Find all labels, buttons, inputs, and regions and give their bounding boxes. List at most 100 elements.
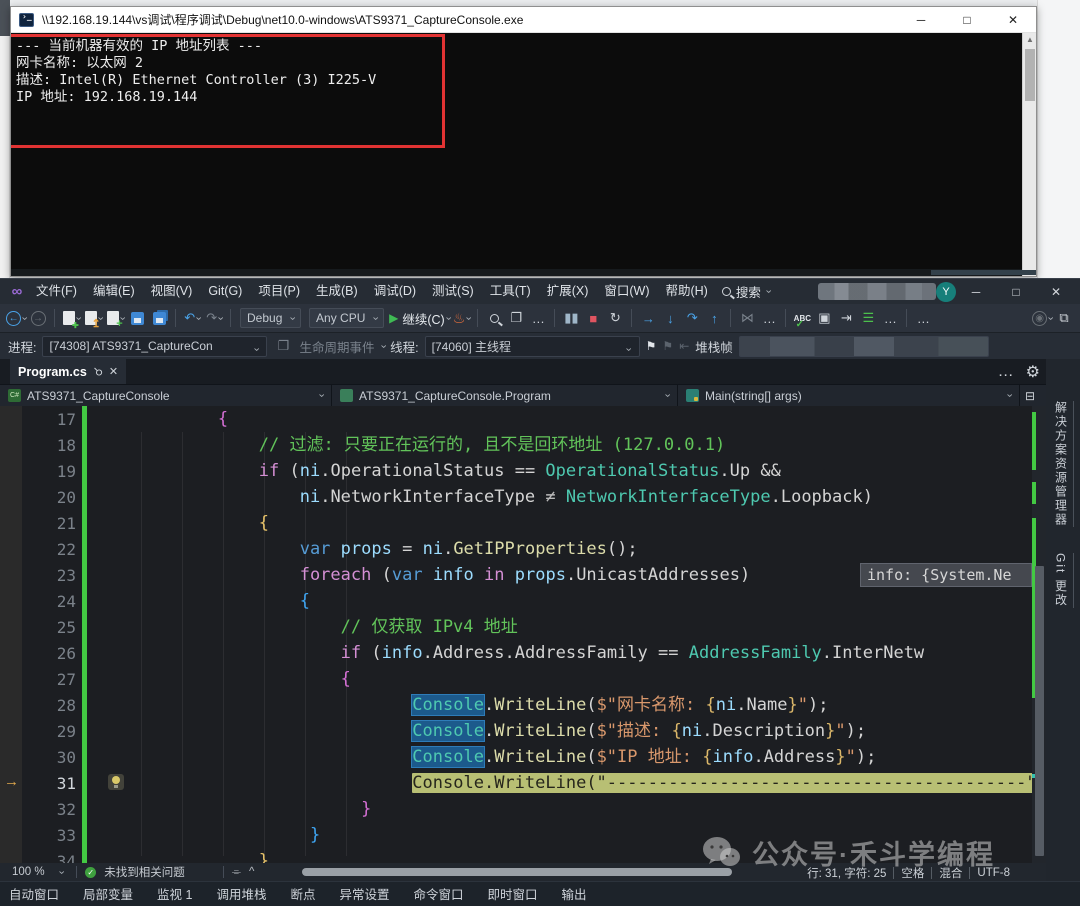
breakpoint-margin[interactable] <box>0 432 22 458</box>
step-out-button[interactable]: ↑ <box>704 307 724 329</box>
side-tab[interactable]: Git 更改 <box>1053 553 1074 608</box>
code-line-30[interactable]: 30 Console.WriteLine($"IP 地址: {info.Addr… <box>0 744 1046 770</box>
panel-tab[interactable]: 断点 <box>289 882 316 906</box>
editor-scroll-thumb[interactable] <box>1035 566 1044 856</box>
breakpoint-margin[interactable] <box>0 458 22 484</box>
menu-item[interactable]: 编辑(E) <box>85 279 143 304</box>
threads-nav-icon[interactable]: ⇤ <box>679 339 689 353</box>
panel-tab[interactable]: 命令窗口 <box>413 882 465 906</box>
navigate-forward-button[interactable]: → <box>28 307 48 329</box>
show-next-statement-button[interactable]: → <box>638 307 658 329</box>
diagram-tool-icon[interactable]: ⋈ <box>737 307 757 329</box>
close-tab-icon[interactable]: ✕ <box>109 365 118 378</box>
menu-item[interactable]: 生成(B) <box>308 279 366 304</box>
breakpoint-margin[interactable] <box>0 796 22 822</box>
breakpoint-margin[interactable] <box>0 614 22 640</box>
thread-dropdown[interactable]: [74060] 主线程› <box>425 336 640 357</box>
vs-minimize-button[interactable]: ─ <box>956 279 996 304</box>
spaces-indicator[interactable]: 空格 <box>901 865 924 881</box>
panel-tab[interactable]: 局部变量 <box>82 882 134 906</box>
more-toolbar-icon[interactable]: … <box>913 307 933 329</box>
panel-tab[interactable]: 监视 1 <box>156 882 193 906</box>
editor-hscroll-thumb[interactable] <box>302 868 732 876</box>
split-window-icon[interactable]: ⊟ <box>1020 385 1040 406</box>
code-line-29[interactable]: 29 Console.WriteLine($"描述: {ni.Descripti… <box>0 718 1046 744</box>
console-scroll-thumb[interactable] <box>1025 49 1035 101</box>
continue-debug-button[interactable]: ▶继续(C)› <box>389 307 449 329</box>
code-line-33[interactable]: 33 } <box>0 822 1046 848</box>
menu-item[interactable]: 文件(F) <box>28 279 85 304</box>
flag-icon[interactable]: ⚑ <box>646 339 657 353</box>
breakpoint-margin[interactable] <box>0 484 22 510</box>
debug-overflow-icon[interactable]: … <box>759 307 779 329</box>
code-line-27[interactable]: 27 { <box>0 666 1046 692</box>
type-dropdown[interactable]: ATS9371_CaptureConsole.Program › <box>332 385 678 406</box>
expand-icon[interactable]: ^ <box>249 866 254 878</box>
find-in-files-button[interactable] <box>484 307 504 329</box>
stack-frame-dropdown-blurred[interactable] <box>739 336 989 357</box>
menu-item[interactable]: 项目(P) <box>250 279 308 304</box>
breakpoint-margin[interactable] <box>0 718 22 744</box>
console-minimize-button[interactable]: ─ <box>898 7 944 32</box>
breakpoint-margin[interactable] <box>0 848 22 863</box>
menu-item[interactable]: 工具(T) <box>482 279 539 304</box>
console-maximize-button[interactable]: □ <box>944 7 990 32</box>
solution-platform-dropdown[interactable]: Any CPU› <box>309 308 384 328</box>
code-line-21[interactable]: 21 { <box>0 510 1046 536</box>
editor-vertical-scrollbar[interactable] <box>1032 406 1046 863</box>
solution-configuration-dropdown[interactable]: Debug› <box>240 308 301 328</box>
code-line-18[interactable]: 18 // 过滤: 只要正在运行的, 且不是回环地址 (127.0.0.1) <box>0 432 1046 458</box>
break-all-button[interactable]: ▮▮ <box>561 307 581 329</box>
code-line-28[interactable]: 28 Console.WriteLine($"网卡名称: {ni.Name}")… <box>0 692 1046 718</box>
breakpoint-margin[interactable] <box>0 536 22 562</box>
panel-tab[interactable]: 输出 <box>561 882 588 906</box>
panel-tab[interactable]: 即时窗口 <box>487 882 539 906</box>
code-line-22[interactable]: 22 var props = ni.GetIPProperties(); <box>0 536 1046 562</box>
step-into-button[interactable]: ↓ <box>660 307 680 329</box>
live-share-button[interactable]: ◉› <box>1032 307 1052 329</box>
code-line-25[interactable]: 25 // 仅获取 IPv4 地址 <box>0 614 1046 640</box>
breakpoint-margin[interactable] <box>0 666 22 692</box>
menu-item[interactable]: 窗口(W) <box>596 279 657 304</box>
breakpoint-margin[interactable]: → <box>0 770 22 796</box>
breakpoint-margin[interactable] <box>0 562 22 588</box>
breakpoint-margin[interactable] <box>0 406 22 432</box>
debugger-datatip[interactable]: info: {System.Ne <box>860 563 1032 587</box>
search-control[interactable]: 搜索 › <box>722 282 770 301</box>
menu-item[interactable]: 帮助(H) <box>657 279 715 304</box>
menu-item[interactable]: Git(G) <box>200 279 250 304</box>
menu-item[interactable]: 扩展(X) <box>539 279 597 304</box>
code-line-24[interactable]: 24 { <box>0 588 1046 614</box>
new-project-button[interactable]: › <box>61 307 81 329</box>
undo-button[interactable]: ↶› <box>182 307 202 329</box>
code-line-32[interactable]: 32 } <box>0 796 1046 822</box>
process-dropdown[interactable]: [74308] ATS9371_CaptureCon› <box>42 336 267 357</box>
save-all-button[interactable] <box>149 307 169 329</box>
scroll-up-arrow-icon[interactable]: ▲ <box>1026 35 1034 44</box>
edit-overflow-icon[interactable]: … <box>880 307 900 329</box>
feedback-button[interactable]: ⧉ <box>1054 307 1074 329</box>
code-line-19[interactable]: 19 if (ni.OperationalStatus == Operation… <box>0 458 1046 484</box>
code-line-23[interactable]: 23 foreach (var info in props.UnicastAdd… <box>0 562 1046 588</box>
console-horizontal-scrollbar[interactable] <box>11 269 1022 276</box>
gear-icon[interactable]: ⚙ <box>1026 362 1040 382</box>
code-line-34[interactable]: 34 } <box>0 848 1046 863</box>
console-hscroll-thumb[interactable] <box>931 270 1036 275</box>
line-list-button[interactable]: ☰ <box>858 307 878 329</box>
indent-button[interactable]: ⇥ <box>836 307 856 329</box>
console-titlebar[interactable]: \\192.168.19.144\vs调试\程序调试\Debug\net10.0… <box>11 7 1036 33</box>
flag-filtered-icon[interactable]: ⚑ <box>662 339 673 353</box>
redo-button[interactable]: ↷› <box>204 307 224 329</box>
vs-close-button[interactable]: ✕ <box>1036 279 1076 304</box>
navigate-back-button[interactable]: ←› <box>6 307 26 329</box>
code-line-20[interactable]: 20 ni.NetworkInterfaceType ≠ NetworkInte… <box>0 484 1046 510</box>
tab-overflow-icon[interactable]: … <box>998 363 1014 381</box>
tab-program-cs[interactable]: Program.cs ⚲ ✕ <box>10 359 126 384</box>
zoom-control[interactable]: 100 % › <box>6 866 68 878</box>
menu-item[interactable]: 视图(V) <box>143 279 201 304</box>
line-ending-indicator[interactable]: 混合 <box>939 865 962 881</box>
panel-tab[interactable]: 调用堆栈 <box>215 882 267 906</box>
quick-actions-lightbulb-icon[interactable] <box>108 774 124 790</box>
window-layout-button[interactable]: ❐ <box>506 307 526 329</box>
console-close-button[interactable]: ✕ <box>990 7 1036 32</box>
